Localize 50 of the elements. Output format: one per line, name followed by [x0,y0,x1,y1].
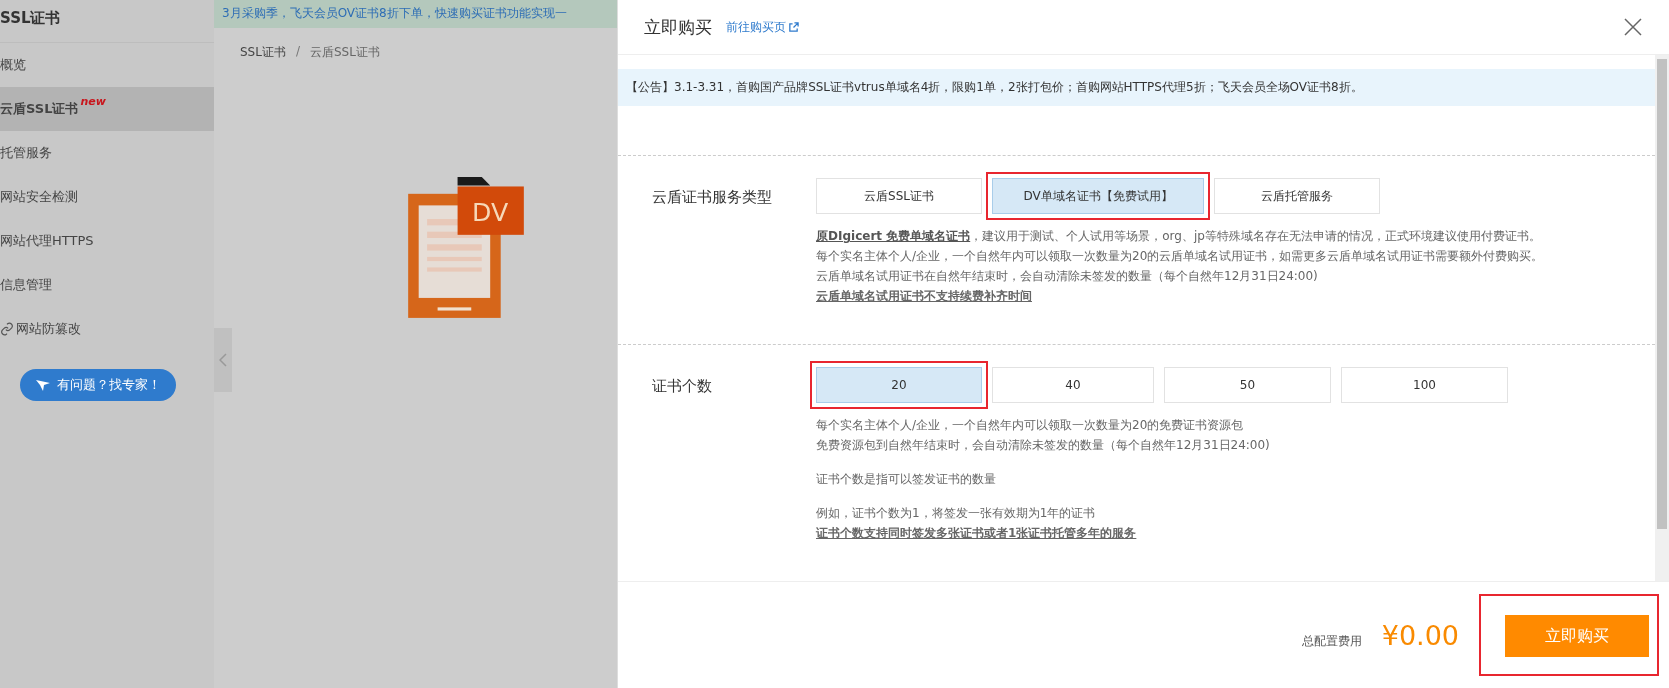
breadcrumb-item[interactable]: SSL证书 [240,44,286,61]
close-button[interactable] [1623,17,1643,37]
sidebar-label: 云盾SSL证书 [0,100,79,118]
description-text: 云盾单域名试用证书在自然年结束时，会自动清除未签发的数量（每个自然年12月31日24:00) [816,268,1319,285]
close-icon [1623,17,1643,37]
promo-banner: 3月采购季，飞天会员OV证书8折下单，快速购买证书功能实现一 [214,0,617,28]
total-price: ¥0.00 [1381,619,1459,651]
notice-bar: 【公告】3.1-3.31，首购国产品牌SSL证书vtrus单域名4折，限购1单，2张打包价；首购网站HTTPS代理5折；飞天会员全场OV证书8折。 [618,69,1655,106]
description-text: 证书个数是指可以签发证书的数量 [816,471,997,488]
link-icon [0,322,14,336]
field-label: 证书个数 [652,376,713,397]
sidebar-label: 网站防篡改 [16,320,81,338]
sidebar-label: 网站安全检测 [0,188,78,206]
total-label: 总配置费用 [1301,632,1362,650]
description-text: 例如，证书个数为1，将签发一张有效期为1年的证书 [816,505,1097,522]
sidebar-item[interactable]: 网站安全检测 [0,175,214,219]
description-text: 每个实名主体个人/企业，一个自然年内可以领取一次数量为20的云盾单域名试用证书，如需更多云盾单域名试用证书需要额外付费购买。 [816,248,1544,265]
option-button[interactable]: 50 [1164,367,1331,403]
option-button[interactable]: 100 [1341,367,1508,403]
scrollbar[interactable] [1655,55,1669,581]
help-button[interactable]: 有问题？找专家！ [20,369,176,401]
sidebar-item[interactable]: 网站代理HTTPS [0,219,214,263]
description-text: 原DIgicert 免费单域名证书，建议用于测试、个人试用等场景，org、jp等特殊域名存在无法申请的情况，正式环境建议使用付费证书。 [816,228,1542,245]
chevron-left-icon [219,353,227,367]
option-button[interactable]: 20 [816,367,982,403]
sidebar-item[interactable]: 信息管理 [0,263,214,307]
collapse-handle[interactable] [214,328,232,392]
sidebar-item[interactable]: 托管服务 [0,131,214,175]
sidebar-label: 信息管理 [0,276,52,294]
option-button[interactable]: DV单域名证书【免费试用】 [992,178,1204,214]
sidebar-label: 网站代理HTTPS [0,232,94,250]
drawer-title: 立即购买 [644,15,712,39]
sidebar-item[interactable]: 网站防篡改 [0,307,214,351]
option-button[interactable]: 云盾SSL证书 [816,178,982,214]
new-label: new [80,95,106,108]
breadcrumb-item[interactable]: 云盾SSL证书 [309,44,380,61]
certificate-drawing: DV [407,177,524,320]
description-text: 证书个数支持同时签发多张证书或者1张证书托管多年的服务 [816,525,1138,542]
sidebar-item[interactable]: 概览 [0,43,214,87]
option-button[interactable]: 云盾托管服务 [1214,178,1380,214]
external-link-icon [788,21,799,33]
option-button[interactable]: 40 [992,367,1154,403]
description-text: 免费资源包到自然年结束时，会自动清除未签发的数量（每个自然年12月31日24:00) [816,437,1271,454]
sidebar-label: 概览 [0,56,26,74]
purchase-page-link[interactable]: 前往购买页 [726,18,799,36]
field-label: 云盾证书服务类型 [652,187,773,208]
description-text: 每个实名主体个人/企业，一个自然年内可以领取一次数量为20的免费证书资源包 [816,417,1245,434]
sidebar-label: 托管服务 [0,144,52,162]
description-text: 云盾单域名试用证书不支持续费补齐时间 [816,288,1033,305]
breadcrumb-separator: / [295,44,300,60]
